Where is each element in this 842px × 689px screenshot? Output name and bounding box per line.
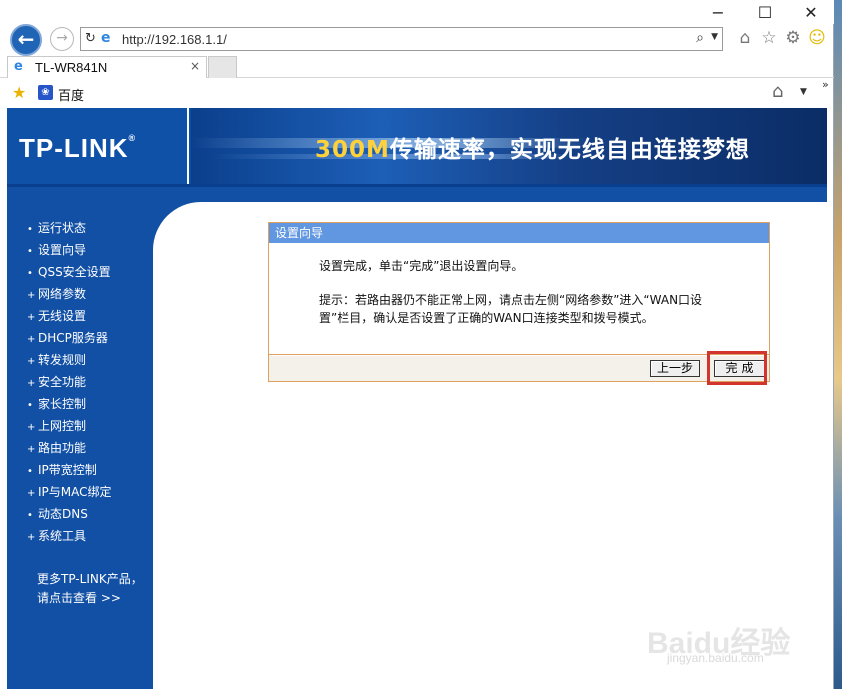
sidebar-item-security[interactable]: + 安全功能: [27, 371, 112, 393]
sidebar-item-ddns[interactable]: • 动态DNS: [27, 503, 112, 525]
ie-tab-icon: e: [14, 59, 23, 74]
home-icon[interactable]: ⌂: [734, 27, 756, 49]
more-products-line1[interactable]: 更多TP-LINK产品，: [37, 570, 143, 589]
wizard-message: 设置完成，单击“完成”退出设置向导。: [319, 259, 524, 273]
finish-button-highlight: [707, 351, 767, 385]
maximize-button[interactable]: ☐: [745, 2, 785, 24]
sidebar-menu: • 运行状态 • 设置向导 • QSS安全设置 + 网络参数 + 无线设置 + DHCP服务…: [27, 217, 112, 547]
forward-button[interactable]: →: [50, 27, 74, 51]
gear-icon[interactable]: ⚙: [782, 27, 804, 49]
ie-icon: e: [101, 30, 111, 46]
navigation-bar: ← → ↻ e http://192.168.1.1/ ⌕ ▼ ⌂ ☆ ⚙ ☺: [0, 22, 834, 56]
baidu-paw-icon[interactable]: ❀: [38, 85, 53, 100]
sidebar-item-qss[interactable]: • QSS安全设置: [27, 261, 112, 283]
wizard-footer: 上一步 完成: [269, 356, 769, 381]
back-button[interactable]: ←: [10, 24, 42, 56]
refresh-icon[interactable]: ↻: [85, 31, 96, 46]
sidebar-item-system-tools[interactable]: + 系统工具: [27, 525, 112, 547]
banner-slogan: 300M传输速率，实现无线自由连接梦想: [315, 137, 750, 163]
add-favorite-icon[interactable]: ★: [12, 83, 26, 102]
sidebar-item-status[interactable]: • 运行状态: [27, 217, 112, 239]
sidebar-item-routing[interactable]: + 路由功能: [27, 437, 112, 459]
tab-title: TL-WR841N: [35, 60, 108, 75]
new-tab-button[interactable]: [208, 56, 237, 78]
sidebar-item-setup-wizard[interactable]: • 设置向导: [27, 239, 112, 261]
tab-close-icon[interactable]: ×: [190, 59, 200, 73]
search-icon[interactable]: ⌕: [696, 30, 704, 46]
browser-window: − ☐ ✕ ← → ↻ e http://192.168.1.1/ ⌕ ▼ ⌂ …: [0, 0, 834, 689]
router-admin-page: TP-LINK® 300M传输速率，实现无线自由连接梦想 • 运行状态 • 设置向导…: [7, 108, 827, 689]
more-products-line2[interactable]: 请点击查看 >>: [37, 589, 143, 608]
wizard-body: 设置完成，单击“完成”退出设置向导。 提示：若路由器仍不能正常上网，请点击左侧“…: [269, 243, 769, 355]
home-dropdown-icon[interactable]: ▼: [800, 87, 807, 97]
title-bar: − ☐ ✕: [0, 0, 834, 24]
wizard-hint: 提示：若路由器仍不能正常上网，请点击左侧“网络参数”进入“WAN口设置”栏目，确…: [319, 293, 703, 325]
tab-strip: e TL-WR841N ×: [0, 56, 834, 78]
close-window-button[interactable]: ✕: [791, 2, 831, 24]
sidebar-item-ip-mac-binding[interactable]: + IP与MAC绑定: [27, 481, 112, 503]
more-products-link[interactable]: 更多TP-LINK产品， 请点击查看 >>: [37, 570, 143, 608]
sidebar-item-wireless[interactable]: + 无线设置: [27, 305, 112, 327]
sidebar-item-access-control[interactable]: + 上网控制: [27, 415, 112, 437]
setup-wizard-panel: 设置向导 设置完成，单击“完成”退出设置向导。 提示：若路由器仍不能正常上网，请…: [268, 222, 770, 382]
url-text[interactable]: http://192.168.1.1/: [122, 32, 227, 47]
smiley-icon[interactable]: ☺: [806, 27, 828, 49]
minimize-button[interactable]: −: [698, 2, 738, 24]
tab-tl-wr841n[interactable]: e TL-WR841N ×: [7, 56, 207, 78]
tp-link-logo: TP-LINK®: [19, 133, 137, 163]
home-menu-icon[interactable]: ⌂: [772, 81, 783, 102]
banner-art: 300M传输速率，实现无线自由连接梦想: [191, 108, 827, 184]
baidu-watermark-url: jingyan.baidu.com: [667, 651, 764, 665]
sidebar-item-bandwidth[interactable]: • IP带宽控制: [27, 459, 112, 481]
sidebar-item-forwarding[interactable]: + 转发规则: [27, 349, 112, 371]
favorites-star-icon[interactable]: ☆: [758, 27, 780, 49]
sidebar-item-dhcp[interactable]: + DHCP服务器: [27, 327, 112, 349]
favorite-baidu[interactable]: 百度: [58, 85, 84, 104]
sidebar-item-parental[interactable]: • 家长控制: [27, 393, 112, 415]
overflow-chevron-icon[interactable]: »: [822, 78, 829, 91]
wizard-title: 设置向导: [269, 223, 769, 243]
favorites-bar: ★ ❀ 百度 ⌂ ▼ »: [0, 78, 834, 106]
address-bar[interactable]: ↻ e http://192.168.1.1/ ⌕ ▼: [80, 27, 723, 51]
address-dropdown-icon[interactable]: ▼: [711, 32, 718, 42]
sidebar-item-network[interactable]: + 网络参数: [27, 283, 112, 305]
prev-step-button[interactable]: 上一步: [650, 360, 700, 377]
banner: TP-LINK® 300M传输速率，实现无线自由连接梦想: [7, 108, 827, 187]
logo-box: TP-LINK®: [7, 108, 189, 184]
